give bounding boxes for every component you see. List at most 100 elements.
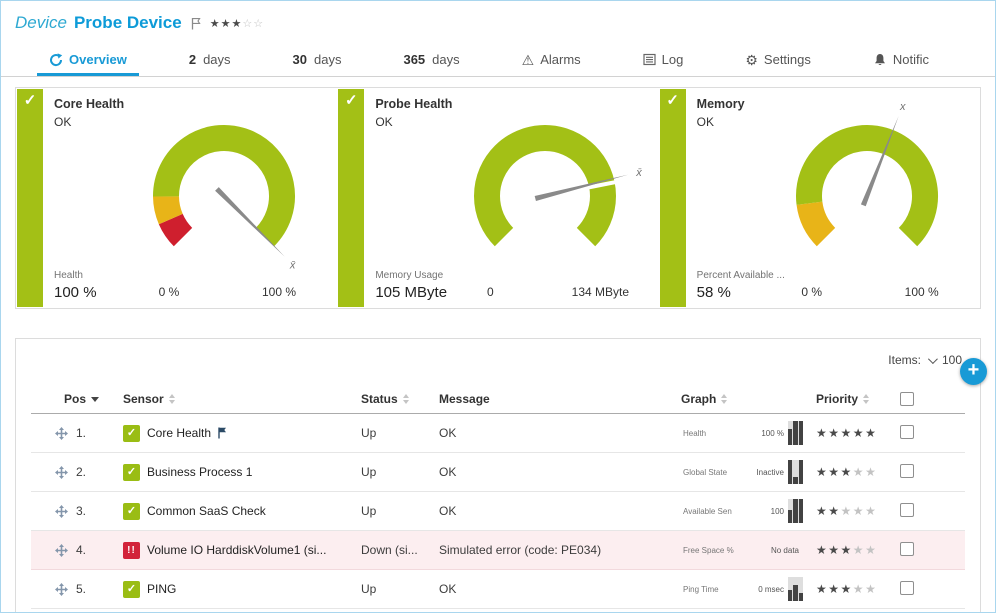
sort-icon [721, 394, 727, 404]
row-checkbox[interactable] [900, 542, 914, 556]
sensor-name-link[interactable]: Common SaaS Check [147, 504, 266, 518]
rating-star[interactable]: ★ [210, 18, 221, 30]
priority-star[interactable]: ★ [816, 465, 828, 479]
items-per-page-dropdown[interactable]: Items: 100 [888, 353, 962, 367]
priority-star[interactable]: ★ [841, 543, 853, 557]
row-checkbox[interactable] [900, 464, 914, 478]
tab-label: Alarms [540, 52, 580, 67]
priority-star[interactable]: ★ [865, 426, 877, 440]
sensor-table-body: 1. ✓ Core Health Up OK Health 100 % ★★★★… [31, 414, 965, 609]
warning-triangle-icon: ⚠ [522, 53, 535, 67]
priority-star[interactable]: ★ [816, 582, 828, 596]
priority-star[interactable]: ★ [865, 504, 877, 518]
check-icon: ✓ [17, 91, 43, 109]
priority-star[interactable]: ★ [841, 504, 853, 518]
priority-star[interactable]: ★ [816, 426, 828, 440]
sensor-message: OK [439, 465, 681, 479]
select-all-checkbox[interactable] [900, 392, 914, 406]
move-handle-icon[interactable] [55, 505, 68, 518]
priority-stars[interactable]: ★★★★★ [816, 543, 900, 557]
column-header-sensor[interactable]: Sensor [123, 392, 361, 406]
sensor-state-icon: ✓ [123, 581, 140, 598]
mini-graph[interactable]: Health 100 % [681, 420, 805, 446]
priority-stars[interactable]: ★★★★★ [816, 582, 900, 596]
sensor-table: Pos Sensor Status Message [31, 385, 965, 609]
sort-icon [169, 394, 175, 404]
move-handle-icon[interactable] [55, 427, 68, 440]
sensor-status-bar [17, 89, 43, 307]
priority-star[interactable]: ★ [853, 426, 865, 440]
add-button[interactable]: + [960, 358, 987, 385]
priority-star[interactable]: ★ [816, 543, 828, 557]
priority-star[interactable]: ★ [816, 504, 828, 518]
priority-star[interactable]: ★ [865, 543, 877, 557]
tab-settings[interactable]: ⚙ Settings [733, 52, 823, 76]
column-header-priority[interactable]: Priority [816, 392, 900, 406]
priority-star[interactable]: ★ [853, 504, 865, 518]
mini-graph[interactable]: Global State Inactive [681, 459, 805, 485]
gauge-memory: ✓ Memory OK x̄ Percent Available ... 58 … [659, 88, 980, 308]
gauge-title[interactable]: Memory [697, 97, 745, 111]
tab-notifications[interactable]: Notific [861, 52, 941, 76]
row-checkbox[interactable] [900, 425, 914, 439]
sensor-name-link[interactable]: PING [147, 582, 176, 596]
sensor-message: OK [439, 504, 681, 518]
column-header-message[interactable]: Message [439, 392, 681, 406]
sensor-name-link[interactable]: Volume IO HarddiskVolume1 (si... [147, 543, 326, 557]
priority-star[interactable]: ★ [853, 465, 865, 479]
priority-star[interactable]: ★ [828, 504, 840, 518]
gauge-status: OK [375, 115, 392, 129]
priority-star[interactable]: ★ [841, 426, 853, 440]
column-header-status[interactable]: Status [361, 392, 439, 406]
tab-overview[interactable]: Overview [37, 52, 139, 76]
sensor-name-link[interactable]: Core Health [147, 426, 211, 440]
priority-star[interactable]: ★ [828, 465, 840, 479]
sensor-status: Up [361, 582, 439, 596]
priority-stars[interactable]: ★★★★★ [816, 426, 900, 440]
row-position: 4. [76, 543, 86, 557]
sensor-status-bar [338, 89, 364, 307]
tab-30-days[interactable]: 30 days [281, 52, 354, 76]
sensor-cell: ✓ Business Process 1 [123, 464, 361, 481]
priority-star[interactable]: ★ [853, 582, 865, 596]
priority-star[interactable]: ★ [828, 426, 840, 440]
gauge-dial: x̄ [757, 104, 977, 274]
gauge-core-health: ✓ Core Health OK x̄ Health 100 % 0 % 100… [16, 88, 337, 308]
rating-star[interactable]: ☆ [253, 18, 264, 30]
column-header-pos[interactable]: Pos [31, 392, 123, 406]
priority-star[interactable]: ★ [828, 582, 840, 596]
column-header-graph[interactable]: Graph [681, 392, 816, 406]
row-checkbox[interactable] [900, 503, 914, 517]
tab-number: 2 [189, 52, 196, 67]
mini-graph[interactable]: Ping Time 0 msec [681, 576, 805, 602]
sensor-name-link[interactable]: Business Process 1 [147, 465, 252, 479]
move-handle-icon[interactable] [55, 544, 68, 557]
tab-2-days[interactable]: 2 days [177, 52, 243, 76]
priority-star[interactable]: ★ [841, 465, 853, 479]
mini-graph-value: 100 % [761, 429, 784, 438]
row-position: 5. [76, 582, 86, 596]
page-title[interactable]: Probe Device [74, 13, 182, 33]
device-rating[interactable]: ★★★☆☆ [210, 17, 264, 30]
priority-star[interactable]: ★ [853, 543, 865, 557]
rating-star[interactable]: ★ [231, 18, 242, 30]
tab-alarms[interactable]: ⚠ Alarms [510, 52, 593, 76]
priority-star[interactable]: ★ [865, 582, 877, 596]
rating-star[interactable]: ★ [221, 18, 232, 30]
tab-log[interactable]: Log [631, 52, 696, 76]
priority-stars[interactable]: ★★★★★ [816, 465, 900, 479]
mini-graph[interactable]: Available Sen 100 [681, 498, 805, 524]
tab-number: 365 [403, 52, 425, 67]
tab-365-days[interactable]: 365 days [391, 52, 471, 76]
move-handle-icon[interactable] [55, 583, 68, 596]
row-checkbox[interactable] [900, 581, 914, 595]
mini-graph[interactable]: Free Space % No data [681, 537, 805, 563]
priority-star[interactable]: ★ [865, 465, 877, 479]
gauge-min-label: 0 [487, 285, 494, 299]
move-handle-icon[interactable] [55, 466, 68, 479]
flag-outline-icon[interactable] [191, 17, 201, 30]
priority-stars[interactable]: ★★★★★ [816, 504, 900, 518]
rating-star[interactable]: ☆ [242, 18, 253, 30]
priority-star[interactable]: ★ [841, 582, 853, 596]
priority-star[interactable]: ★ [828, 543, 840, 557]
